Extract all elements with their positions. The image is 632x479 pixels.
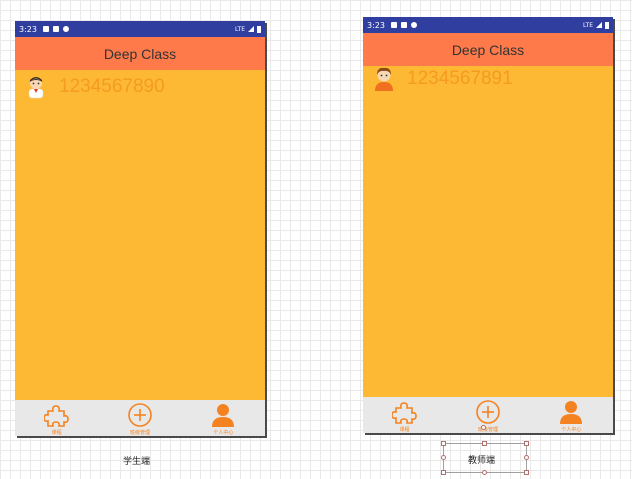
tab-profile[interactable]: 个人中心 [182,400,265,436]
status-time: 3:23 [19,24,37,34]
student-caption: 学生端 [123,457,151,467]
network-label: LTE [583,21,593,29]
battery-icon [605,21,609,29]
signal-icon [248,26,254,32]
user-id: 1234567890 [59,76,165,97]
plus-circle-icon [476,400,500,424]
user-row[interactable]: 1234567891 [373,67,513,91]
teacher-caption: 教师端 [468,456,496,466]
tab-label: 个人中心 [213,430,234,436]
tab-label: 课程 [51,430,62,436]
rotate-handle[interactable] [481,425,486,430]
network-label: LTE [235,25,245,33]
resize-handle[interactable] [482,441,487,446]
sd-card-status-icon [52,26,59,32]
status-time: 3:23 [367,20,385,30]
app-title: Deep Class [103,45,177,62]
tab-class-management[interactable]: 班级管理 [98,400,181,436]
status-bar: 3:23 LTE [363,17,613,33]
status-bar: 3:23 LTE [15,21,265,37]
puzzle-icon [43,405,69,427]
puzzle-icon [391,402,417,424]
user-id: 1234567891 [407,68,513,89]
plus-circle-icon [128,403,152,427]
settings-status-icon [390,22,397,28]
tab-label: 个人中心 [561,427,582,433]
user-row[interactable]: 1234567890 [25,75,165,99]
resize-handle[interactable] [524,455,529,460]
resize-handle[interactable] [441,470,446,475]
settings-status-icon [42,26,49,32]
app-title: Deep Class [451,41,525,58]
tab-courses[interactable]: 课程 [363,397,446,433]
app-bar: Deep Class [363,33,613,66]
sync-status-icon [410,22,417,28]
bottom-tab-bar: 课程 班级管理 个人中心 [15,400,265,436]
tab-label: 课程 [399,427,410,433]
signal-icon [596,22,602,28]
teacher-caption-selection[interactable]: 教师端 [441,441,529,475]
tab-courses[interactable]: 课程 [15,400,98,436]
app-bar: Deep Class [15,37,265,70]
tab-profile[interactable]: 个人中心 [530,397,613,433]
student-avatar-icon [25,75,47,99]
sync-status-icon [62,26,69,32]
tab-label: 班级管理 [129,430,150,436]
bottom-tab-bar: 课程 班级管理 个人中心 [363,397,613,433]
resize-handle[interactable] [441,441,446,446]
battery-icon [257,25,261,33]
person-icon [212,404,235,427]
teacher-phone-screen: 3:23 LTE Deep Class 1234567891 课程 班级管理 个… [363,17,613,433]
student-phone-screen: 3:23 LTE Deep Class 1234567890 课程 班级管理 个… [15,21,265,436]
sd-card-status-icon [400,22,407,28]
resize-handle[interactable] [524,441,529,446]
person-icon [560,401,583,424]
resize-handle[interactable] [482,470,487,475]
resize-handle[interactable] [524,470,529,475]
resize-handle[interactable] [441,455,446,460]
tab-class-management[interactable]: 班级管理 [446,397,529,433]
teacher-avatar-icon [373,67,395,91]
